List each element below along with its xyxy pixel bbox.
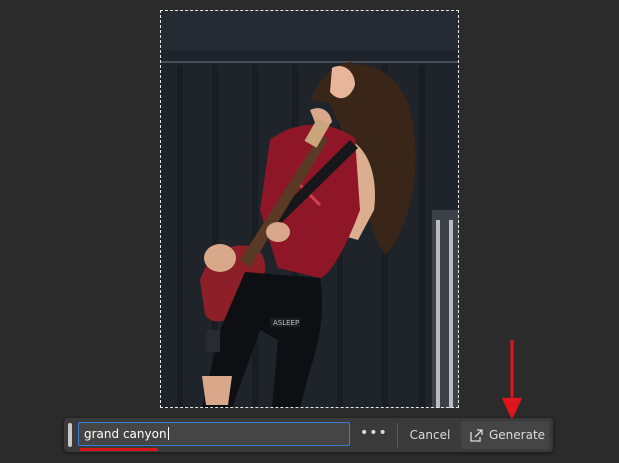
generate-label: Generate <box>489 428 546 442</box>
text-caret <box>167 427 169 440</box>
prompt-input[interactable]: grand canyon <box>78 422 350 446</box>
svg-text:ASLEEP: ASLEEP <box>273 319 299 327</box>
drag-handle[interactable] <box>68 423 72 447</box>
more-options-button[interactable]: ••• <box>360 425 387 445</box>
photo-guitarist-icon: ASLEEP <box>160 10 459 408</box>
toolbar-divider <box>397 423 398 447</box>
contextual-taskbar: grand canyon ••• Cancel Generate <box>64 418 553 452</box>
photo-canvas[interactable]: ASLEEP <box>160 10 459 408</box>
prompt-input-value: grand canyon <box>84 427 167 441</box>
annotation-underline <box>80 448 158 451</box>
external-generate-icon <box>470 429 483 442</box>
cancel-button[interactable]: Cancel <box>403 425 457 445</box>
arrow-down-icon <box>502 340 522 420</box>
generate-button[interactable]: Generate <box>461 421 549 449</box>
